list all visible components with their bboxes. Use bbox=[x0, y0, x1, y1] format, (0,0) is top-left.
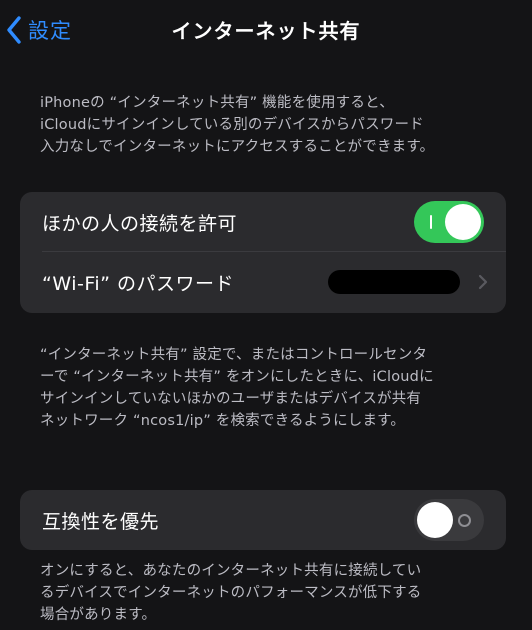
maximize-compatibility-toggle[interactable] bbox=[414, 499, 484, 541]
allow-others-toggle[interactable] bbox=[414, 201, 484, 243]
compatibility-note-line: るデバイスでインターネットのパフォーマンスが低下する bbox=[40, 585, 422, 601]
compatibility-group: 互換性を優先 bbox=[20, 490, 506, 550]
intro-line: 入力なしでインターネットにアクセスすることができます。 bbox=[40, 139, 435, 155]
page-title: インターネット共有 bbox=[171, 19, 361, 43]
allow-others-label: ほかの人の接続を許可 bbox=[42, 212, 238, 235]
compatibility-note-line: オンにすると、あなたのインターネット共有に接続してい bbox=[40, 563, 422, 579]
intro-description: iPhoneの “インターネット共有” 機能を使用すると、 iCloudにサイン… bbox=[40, 92, 500, 158]
sharing-settings-group: ほかの人の接続を許可 “Wi-Fi” のパスワード bbox=[20, 192, 506, 313]
intro-line: iCloudにサインインしている別のデバイスからパスワード bbox=[40, 117, 424, 133]
compatibility-note: オンにすると、あなたのインターネット共有に接続してい るデバイスでインターネット… bbox=[40, 560, 500, 626]
toggle-on-indicator-icon bbox=[430, 215, 432, 229]
screen: 設定 インターネット共有 iPhoneの “インターネット共有” 機能を使用する… bbox=[0, 0, 532, 630]
discovery-note-line: “インターネット共有” 設定で、またはコントロールセンタ bbox=[40, 347, 428, 363]
navigation-bar: 設定 インターネット共有 bbox=[0, 0, 532, 62]
compatibility-note-line: 場合があります。 bbox=[40, 607, 157, 623]
wifi-password-value-redacted bbox=[328, 270, 460, 294]
intro-line: iPhoneの “インターネット共有” 機能を使用すると、 bbox=[40, 95, 394, 111]
discovery-note-line: ーで “インターネット共有” をオンにしたときに、iCloudに bbox=[40, 369, 434, 385]
toggle-off-indicator-icon bbox=[458, 514, 471, 527]
chevron-right-icon bbox=[478, 274, 488, 290]
wifi-password-label: “Wi-Fi” のパスワード bbox=[42, 272, 235, 295]
discovery-note-line: サインインしていないほかのユーザまたはデバイスが共有 bbox=[40, 391, 422, 407]
discovery-note: “インターネット共有” 設定で、またはコントロールセンタ ーで “インターネット… bbox=[40, 344, 500, 432]
discovery-note-line: ネットワーク “ncos1/ip” を検索できるようにします。 bbox=[40, 413, 406, 429]
toggle-knob bbox=[417, 502, 453, 538]
wifi-password-row[interactable]: “Wi-Fi” のパスワード bbox=[20, 252, 506, 312]
allow-others-row[interactable]: ほかの人の接続を許可 bbox=[20, 192, 506, 252]
maximize-compatibility-row[interactable]: 互換性を優先 bbox=[20, 490, 506, 550]
toggle-knob bbox=[445, 204, 481, 240]
maximize-compatibility-label: 互換性を優先 bbox=[42, 510, 160, 533]
